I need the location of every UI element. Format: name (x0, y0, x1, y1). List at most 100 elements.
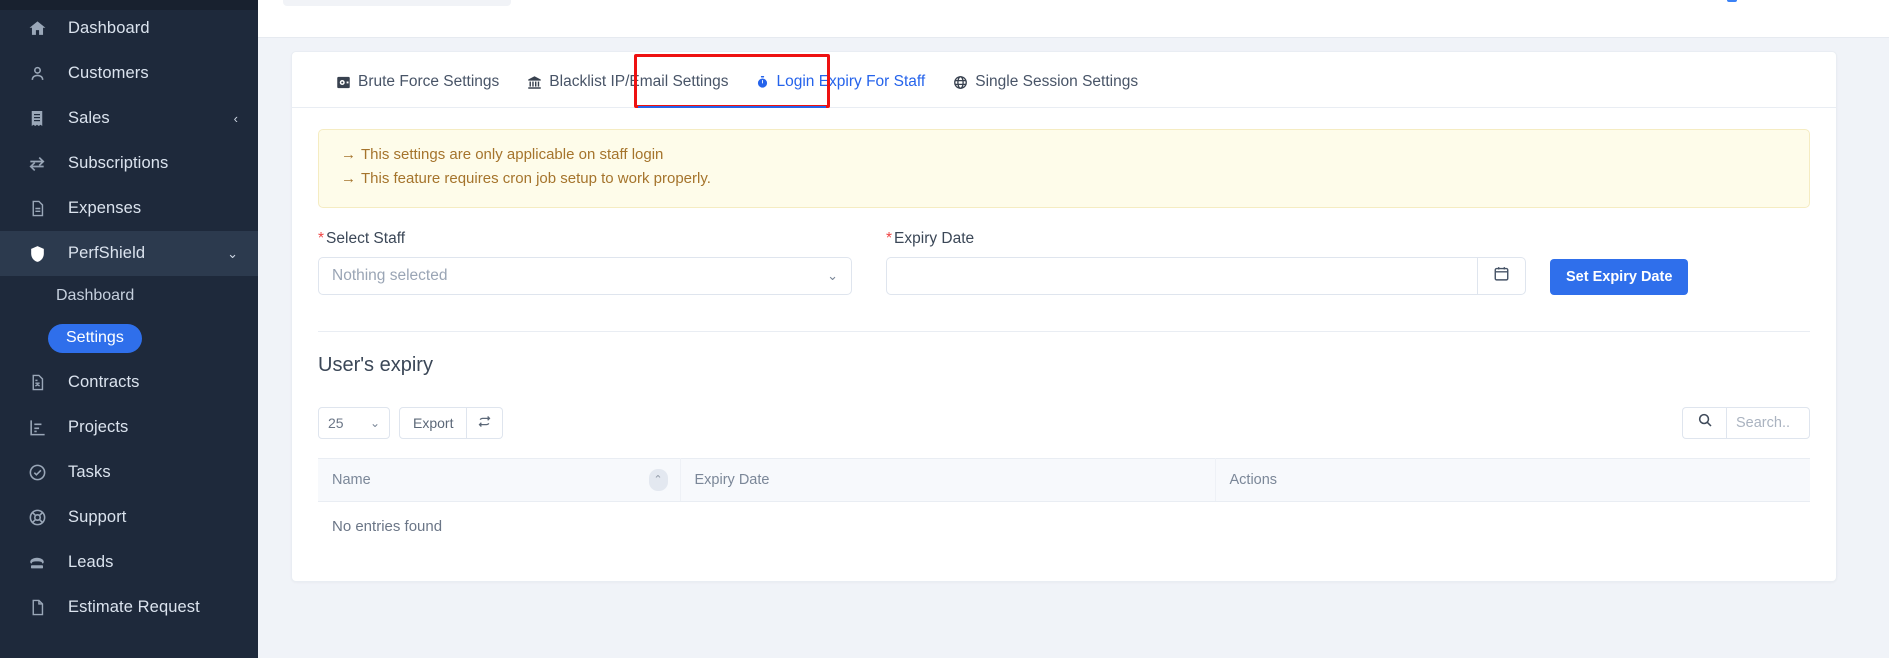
search-icon (1697, 412, 1713, 433)
empty-message: No entries found (332, 517, 443, 535)
sidebar-item-sales[interactable]: Sales ‹ (0, 96, 258, 141)
alert-line-1-text: This settings are only applicable on sta… (361, 146, 664, 163)
page-length-value: 25 (328, 414, 344, 431)
chevron-left-icon[interactable]: ‹ (234, 111, 238, 126)
tab-blacklist-ip-email-settings[interactable]: Blacklist IP/Email Settings (513, 73, 742, 107)
active-tab-underline (638, 106, 826, 108)
tab-single-session-settings[interactable]: Single Session Settings (939, 73, 1152, 107)
top-bar (258, 0, 1889, 38)
sidebar-item-label: Leads (68, 553, 114, 571)
sidebar-item-dashboard[interactable]: Dashboard (0, 6, 258, 51)
column-header-label: Expiry Date (694, 471, 770, 488)
contract-icon (24, 372, 50, 394)
stopwatch-icon (756, 74, 769, 90)
select-staff-group: * Select Staff Nothing selected ⌄ (318, 230, 852, 295)
expiry-date-group: * Expiry Date (886, 230, 1526, 295)
check-circle-icon (24, 462, 50, 484)
required-asterisk: * (318, 229, 325, 247)
table-body: No entries found (318, 501, 1810, 551)
global-search-input[interactable] (283, 0, 511, 6)
tab-label: Login Expiry For Staff (776, 73, 926, 90)
table-head: Name ⌃ Expiry Date Actions (318, 457, 1810, 502)
sidebar-item-label: Expenses (68, 199, 142, 217)
sidebar-item-expenses[interactable]: Expenses (0, 186, 258, 231)
file-icon (24, 597, 50, 619)
chevron-down-icon[interactable]: ⌄ (227, 246, 238, 262)
sidebar-item-label: Tasks (68, 463, 111, 481)
page-length-select[interactable]: 25 ⌄ (318, 406, 390, 439)
column-header-label: Actions (1229, 471, 1278, 488)
arrow-icon: → (341, 146, 356, 163)
table-action-buttons: Export (399, 406, 504, 439)
alert-line-2: → This feature requires cron job setup to… (341, 167, 1787, 191)
sort-ascending-icon[interactable]: ⌃ (648, 468, 668, 491)
refresh-icon (477, 414, 492, 432)
required-asterisk: * (886, 229, 893, 247)
search-button[interactable] (1682, 406, 1726, 439)
sidebar-item-label: PerfShield (68, 244, 146, 262)
expiry-date-label-text: Expiry Date (894, 229, 975, 247)
sidebar-item-label: Support (68, 508, 127, 526)
info-alert: → This settings are only applicable on st… (318, 129, 1810, 208)
sidebar-item-subscriptions[interactable]: Subscriptions (0, 141, 258, 186)
sidebar-item-customers[interactable]: Customers (0, 51, 258, 96)
expiry-form: * Select Staff Nothing selected ⌄ * Expiry… (318, 230, 1810, 295)
column-header-name[interactable]: Name ⌃ (318, 457, 681, 502)
phone-icon (24, 552, 50, 574)
select-staff-dropdown[interactable]: Nothing selected ⌄ (318, 256, 852, 295)
sidebar-subitem-label: Dashboard (56, 287, 135, 304)
search-input[interactable] (1726, 406, 1810, 439)
alert-line-2-text: This feature requires cron job setup to … (361, 170, 711, 188)
tab-label: Brute Force Settings (358, 73, 500, 90)
home-icon (24, 18, 50, 40)
main-content: Brute Force Settings Blacklist IP/Email … (258, 0, 1889, 658)
document-icon (24, 198, 50, 220)
sidebar-subitem-dashboard[interactable]: Dashboard (0, 276, 258, 316)
calendar-icon-button[interactable] (1477, 256, 1526, 295)
sync-icon (24, 153, 50, 175)
table-empty-row: No entries found (318, 501, 1810, 551)
card-body: → This settings are only applicable on st… (292, 108, 1836, 581)
sidebar-item-projects[interactable]: Projects (0, 405, 258, 450)
tab-label: Single Session Settings (975, 73, 1139, 90)
alert-line-1: → This settings are only applicable on st… (341, 143, 1787, 167)
sidebar-subitem-settings[interactable]: Settings (0, 316, 258, 360)
sidebar-item-estimate-request[interactable]: Estimate Request (0, 585, 258, 630)
table-search-group (1682, 406, 1810, 439)
sidebar-item-label: Sales (68, 109, 110, 127)
expiry-date-input[interactable] (886, 256, 1477, 295)
sidebar-item-label: Subscriptions (68, 154, 169, 172)
expiry-date-input-group (886, 256, 1526, 295)
tab-brute-force-settings[interactable]: Brute Force Settings (322, 73, 513, 107)
refresh-button[interactable] (467, 406, 504, 439)
export-button[interactable]: Export (399, 406, 468, 439)
notification-indicator[interactable] (1727, 0, 1737, 2)
user-icon (24, 63, 50, 85)
set-expiry-date-button[interactable]: Set Expiry Date (1550, 258, 1689, 295)
sidebar-item-leads[interactable]: Leads (0, 540, 258, 585)
sidebar-item-contracts[interactable]: Contracts (0, 360, 258, 405)
column-header-actions[interactable]: Actions (1215, 457, 1810, 502)
settings-card: Brute Force Settings Blacklist IP/Email … (291, 51, 1837, 582)
select-staff-label-text: Select Staff (326, 229, 406, 247)
sidebar-item-tasks[interactable]: Tasks (0, 450, 258, 495)
sidebar-item-label: Customers (68, 64, 149, 82)
sidebar-item-support[interactable]: Support (0, 495, 258, 540)
arrow-icon: → (341, 170, 356, 188)
column-header-expiry-date[interactable]: Expiry Date (680, 457, 1216, 502)
sidebar: Dashboard Customers Sales ‹ Subscription… (0, 0, 258, 658)
shield-icon (24, 243, 50, 265)
expiry-date-label: * Expiry Date (886, 230, 1526, 248)
column-header-label: Name (332, 471, 371, 488)
globe-icon (953, 75, 968, 90)
section-divider (318, 330, 1810, 332)
tab-login-expiry-for-staff[interactable]: Login Expiry For Staff (742, 73, 939, 107)
bank-icon (527, 75, 542, 90)
sidebar-item-perfshield[interactable]: PerfShield ⌄ (0, 231, 258, 276)
table-controls: 25 ⌄ Export (318, 406, 1810, 439)
users-expiry-table: Name ⌃ Expiry Date Actions No entries fo… (318, 457, 1810, 551)
chart-icon (24, 417, 50, 439)
sidebar-item-label: Projects (68, 418, 129, 436)
vault-icon (336, 75, 351, 90)
select-staff-label: * Select Staff (318, 230, 852, 248)
